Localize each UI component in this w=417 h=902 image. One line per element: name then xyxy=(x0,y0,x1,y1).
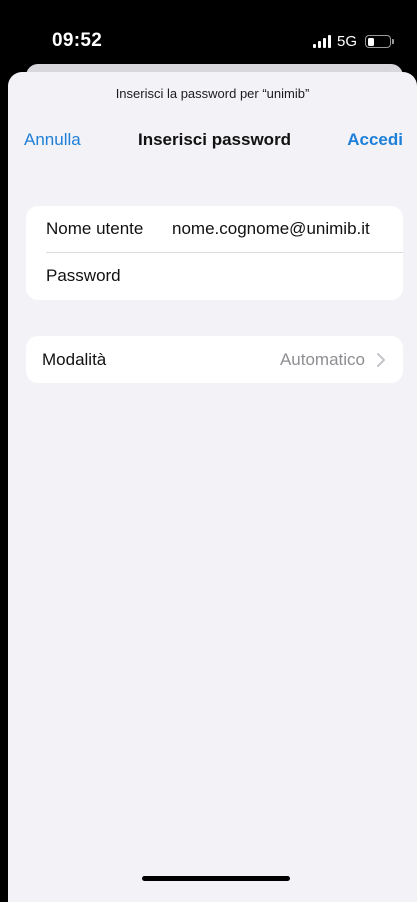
mode-value: Automatico xyxy=(279,350,365,369)
mode-row[interactable]: Modalità Automatico xyxy=(26,336,403,383)
cancel-button[interactable]: Annulla xyxy=(24,130,81,150)
login-button[interactable]: Accedi xyxy=(347,130,403,150)
username-label: Nome utente xyxy=(46,219,144,238)
status-indicators: 5G xyxy=(312,33,394,50)
mode-label: Modalità xyxy=(42,350,107,369)
password-sheet: Inserisci la password per “unimib” Annul… xyxy=(8,72,417,902)
password-field[interactable] xyxy=(172,261,387,291)
home-indicator[interactable] xyxy=(142,876,290,881)
prompt-text: Inserisci la password per “unimib” xyxy=(115,86,310,101)
network-label: 5G xyxy=(336,33,357,50)
status-time: 09:52 xyxy=(52,30,103,51)
signal-icon xyxy=(312,35,331,48)
password-label: Password xyxy=(46,266,121,285)
battery-icon xyxy=(365,35,394,48)
password-row[interactable]: Password xyxy=(26,253,403,300)
screen: 09:52 5G Inserisci la password per “unim… xyxy=(0,0,417,902)
credentials-group: Nome utente nome.cognome@unimib.it Passw… xyxy=(26,206,403,300)
chevron-right-icon xyxy=(377,353,385,367)
username-row[interactable]: Nome utente nome.cognome@unimib.it xyxy=(26,206,403,253)
username-field[interactable]: nome.cognome@unimib.it xyxy=(172,219,370,239)
status-bar: 09:52 5G xyxy=(0,0,417,64)
nav-bar: Annulla Inserisci password Accedi xyxy=(8,128,417,158)
page-title: Inserisci password xyxy=(138,130,292,149)
